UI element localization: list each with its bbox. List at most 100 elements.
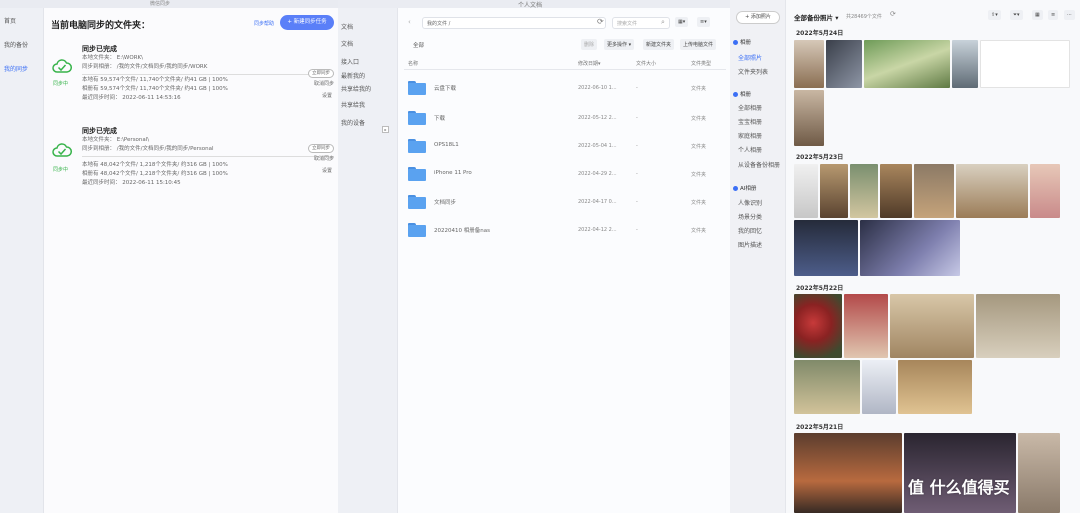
sync-title-bar: 微信同步: [0, 0, 342, 8]
section-header-label: 相册: [740, 40, 752, 46]
settings-link[interactable]: 设置: [322, 168, 332, 175]
sidebar-item-docs[interactable]: 文档: [341, 22, 353, 31]
path-text: 我的文件 /: [427, 21, 451, 27]
sidebar-item-scenes[interactable]: 场景分类: [738, 212, 762, 221]
filter-icon[interactable]: ⏷▾: [1010, 10, 1023, 20]
table-row[interactable]: 20220410 相册备nas 2022-04-12 2... - 文件夹: [398, 216, 730, 244]
sidebar-item-home[interactable]: 首页: [4, 16, 16, 25]
sidebar-item-family-album[interactable]: 家庭相册: [738, 131, 762, 140]
more-icon[interactable]: ⋯: [1064, 10, 1075, 20]
sidebar-item-baby-album[interactable]: 宝宝相册: [738, 117, 762, 126]
upload-icon[interactable]: ⇪▾: [988, 10, 1001, 20]
sync-now-button[interactable]: 立即同步: [308, 144, 334, 153]
expand-icon[interactable]: ▸: [382, 126, 389, 133]
upload-button[interactable]: 上传电脑文件: [680, 39, 717, 50]
sidebar-item-backup[interactable]: 我的备份: [4, 40, 28, 49]
menu-icon[interactable]: ≡: [1048, 10, 1059, 20]
path-bar[interactable]: 我的文件 / ⟳: [422, 17, 606, 29]
photo-thumbnail[interactable]: [860, 220, 960, 276]
sidebar-item-docs-2[interactable]: 文档: [341, 39, 353, 48]
file-date: 2022-04-29 2...: [578, 171, 617, 177]
photo-thumbnail[interactable]: [794, 294, 842, 358]
file-size: -: [636, 199, 638, 205]
breadcrumb[interactable]: 全部: [413, 41, 424, 49]
col-name[interactable]: 名称: [408, 60, 418, 67]
add-photo-button[interactable]: + 添加照片: [736, 11, 780, 24]
table-row[interactable]: 云盘下载 2022-06-10 1... - 文件夹: [398, 74, 730, 102]
photo-thumbnail[interactable]: [976, 294, 1060, 358]
sidebar-item-faces[interactable]: 人像识别: [738, 198, 762, 207]
settings-link[interactable]: 设置: [322, 93, 332, 100]
sidebar-item-descriptions[interactable]: 图片描述: [738, 240, 762, 249]
sidebar-item-recent[interactable]: 最新我的: [341, 71, 365, 80]
table-row[interactable]: iPhone 11 Pro 2022-04-29 2... - 文件夹: [398, 160, 730, 188]
sidebar-item-memories[interactable]: 我的回忆: [738, 226, 762, 235]
grid-icon[interactable]: ▦: [1032, 10, 1043, 20]
cancel-sync-link[interactable]: 取消同步: [314, 81, 334, 88]
photo-thumbnail[interactable]: [794, 164, 818, 218]
photo-thumbnail[interactable]: [904, 433, 1016, 513]
new-sync-task-button[interactable]: + 新建同步任务: [280, 15, 334, 30]
file-date: 2022-05-04 1...: [578, 143, 617, 149]
sidebar-item-devices[interactable]: 我的设备: [341, 118, 365, 127]
file-size: -: [636, 115, 638, 121]
col-type[interactable]: 文件类型: [691, 60, 711, 67]
search-input[interactable]: 搜索文件 ⌕: [612, 17, 670, 29]
file-type: 文件夹: [691, 86, 707, 92]
photo-thumbnail[interactable]: [820, 164, 848, 218]
photo-thumbnail[interactable]: [952, 40, 978, 88]
photo-thumbnail[interactable]: [794, 360, 860, 414]
table-row[interactable]: 下载 2022-05-12 2... - 文件夹: [398, 104, 730, 132]
photo-thumbnail[interactable]: [890, 294, 974, 358]
col-date[interactable]: 修改日期▾: [578, 60, 601, 67]
photo-thumbnail[interactable]: [862, 360, 896, 414]
sidebar-item-entry[interactable]: 接入口: [341, 57, 359, 66]
table-row[interactable]: 文档同步 2022-04-17 0... - 文件夹: [398, 188, 730, 216]
sidebar-item-shared-with-me[interactable]: 共享给我的: [341, 84, 371, 93]
section-dot: [733, 92, 738, 97]
photo-thumbnail[interactable]: [914, 164, 954, 218]
photo-thumbnail[interactable]: [794, 433, 902, 513]
new-folder-button[interactable]: 新建文件夹: [643, 39, 675, 50]
sidebar-item-shared[interactable]: 共享给我: [341, 100, 365, 109]
files-title-bar: 个人文档: [338, 0, 730, 9]
table-row[interactable]: OPS18L1 2022-05-04 1... - 文件夹: [398, 132, 730, 160]
date-header: 2022年5月23日: [796, 154, 844, 161]
refresh-icon[interactable]: ⟳: [597, 17, 604, 26]
photo-thumbnail[interactable]: [864, 40, 950, 88]
sidebar-item-folders[interactable]: 文件夹列表: [738, 67, 768, 76]
photo-thumbnail[interactable]: [880, 164, 912, 218]
section-header-ai: AI相册: [733, 184, 756, 192]
sidebar-item-personal-album[interactable]: 个人相册: [738, 145, 762, 154]
sidebar-item-all-albums[interactable]: 全部相册: [738, 103, 762, 112]
sidebar-item-all-photos[interactable]: 全部照片: [738, 53, 762, 62]
photo-thumbnail[interactable]: [794, 40, 824, 88]
refresh-icon[interactable]: ⟳: [890, 10, 896, 18]
date-header: 2022年5月24日: [796, 30, 844, 37]
photo-thumbnail[interactable]: [850, 164, 878, 218]
photo-thumbnail[interactable]: [980, 40, 1070, 88]
view-toggle-icon[interactable]: ▦▾: [675, 17, 689, 27]
photo-thumbnail[interactable]: [794, 90, 824, 146]
photo-thumbnail[interactable]: [826, 40, 862, 88]
delete-button[interactable]: 删除: [581, 39, 598, 50]
sidebar-item-device-album[interactable]: 从设备备份相册: [738, 160, 780, 169]
photo-thumbnail[interactable]: [1030, 164, 1060, 218]
sync-help-link[interactable]: 同步帮助: [254, 20, 274, 27]
cancel-sync-link[interactable]: 取消同步: [314, 156, 334, 163]
photo-thumbnail[interactable]: [844, 294, 888, 358]
photo-thumbnail[interactable]: [898, 360, 972, 414]
back-arrow-icon[interactable]: ‹: [408, 18, 411, 26]
more-actions-button[interactable]: 更多操作 ▾: [604, 39, 635, 50]
file-name: 下载: [434, 116, 446, 122]
photo-thumbnail[interactable]: [1018, 433, 1060, 513]
sidebar-item-sync[interactable]: 我的同步: [4, 64, 28, 73]
photos-title[interactable]: 全部备份照片 ▾: [794, 12, 839, 22]
photos-main: 全部备份照片 ▾ 共28469个文件 ⟳ ⇪▾ ⏷▾ ▦ ≡ ⋯ 2022年5月…: [786, 0, 1080, 513]
photo-thumbnail[interactable]: [794, 220, 858, 276]
photo-thumbnail[interactable]: [956, 164, 1028, 218]
sort-icon[interactable]: ≡▾: [697, 17, 710, 27]
sync-now-button[interactable]: 立即同步: [308, 69, 334, 78]
last-sync-time: 最近同步时间： 2022-06-11 14:53:16: [82, 95, 181, 101]
col-size[interactable]: 文件大小: [636, 60, 656, 67]
